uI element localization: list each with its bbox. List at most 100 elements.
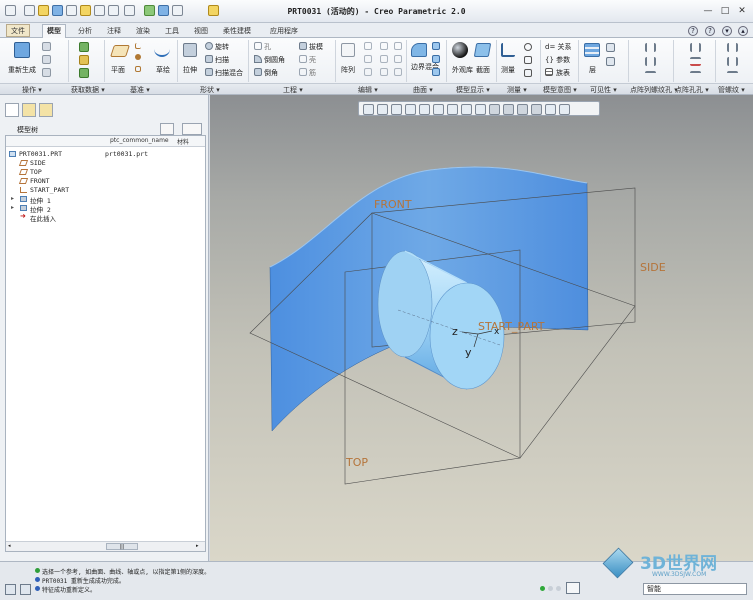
hole-icon-2[interactable] xyxy=(690,57,701,66)
swept-blend-icon[interactable] xyxy=(205,68,213,76)
round-button[interactable]: 倒圆角 xyxy=(264,55,285,65)
draft-button[interactable]: 拔模 xyxy=(309,42,323,52)
intersect-icon[interactable] xyxy=(394,42,402,50)
front-datum-label[interactable]: FRONT xyxy=(374,198,412,211)
revolve-button[interactable]: 旋转 xyxy=(215,42,229,52)
boundary-blend-icon[interactable] xyxy=(411,43,427,57)
selection-tool-icon[interactable] xyxy=(566,582,580,594)
group-model-intent[interactable]: 模型意图 ▾ xyxy=(543,85,577,95)
column-common-name[interactable]: ptc_common_name xyxy=(110,137,169,144)
relations-button[interactable]: d= 关系 xyxy=(545,42,572,52)
tab-flexible-modeling[interactable]: 柔性建模 xyxy=(219,25,255,38)
chamfer-button[interactable]: 倒角 xyxy=(264,68,278,78)
tree-settings-icon[interactable] xyxy=(160,123,174,135)
solidify-icon[interactable] xyxy=(394,68,402,76)
tab-tools[interactable]: 工具 xyxy=(161,25,183,38)
sweep-button[interactable]: 扫描 xyxy=(215,55,229,65)
group-visibility[interactable]: 可见性 ▾ xyxy=(590,85,617,95)
mass-properties-icon[interactable] xyxy=(524,69,532,77)
family-table-button[interactable]: 族表 xyxy=(556,68,570,78)
inspect-icon[interactable] xyxy=(524,56,532,64)
group-model-display[interactable]: 模型显示 ▾ xyxy=(456,85,490,95)
group-operations[interactable]: 操作 ▾ xyxy=(22,85,42,95)
scroll-right-icon[interactable]: ▸ xyxy=(196,543,203,550)
chamfer-icon[interactable] xyxy=(254,68,262,76)
group-point-array-hole[interactable]: 点阵孔孔 ▾ xyxy=(675,85,709,95)
navigator-toggle-icon[interactable] xyxy=(5,584,16,595)
close-button[interactable]: ✕ xyxy=(734,4,750,18)
axis-icon[interactable] xyxy=(135,43,141,49)
pipe-thread-icon[interactable] xyxy=(727,43,738,52)
layer-button[interactable]: 层 xyxy=(589,65,596,75)
point-icon[interactable] xyxy=(135,54,141,60)
project-icon[interactable] xyxy=(394,55,402,63)
tab-file[interactable]: 文件 xyxy=(6,24,30,37)
analysis-icon[interactable] xyxy=(524,43,532,51)
freestyle-icon[interactable] xyxy=(432,68,440,76)
group-get-data[interactable]: 获取数据 ▾ xyxy=(71,85,105,95)
pattern-icon[interactable] xyxy=(341,43,355,57)
coordinate-system-icon[interactable] xyxy=(135,66,141,72)
hole-icon-3[interactable] xyxy=(690,71,701,77)
show-icon[interactable] xyxy=(606,57,615,66)
help-icon[interactable]: ? xyxy=(705,26,715,36)
settings-icon[interactable]: ▾ xyxy=(722,26,732,36)
minimize-ribbon-icon[interactable]: ▴ xyxy=(738,26,748,36)
fill-icon[interactable] xyxy=(432,42,440,50)
top-datum-label[interactable]: TOP xyxy=(346,456,368,469)
hole-array-icon[interactable] xyxy=(645,71,656,77)
tree-item-part[interactable]: PRT0031.PRT xyxy=(19,150,62,158)
minimize-button[interactable]: — xyxy=(700,4,716,18)
selection-filter-dropdown[interactable]: 智能 xyxy=(643,583,747,595)
trim-icon[interactable] xyxy=(380,42,388,50)
group-point-array-thread-hole[interactable]: 点阵列螺纹孔 ▾ xyxy=(630,85,678,95)
sweep-icon[interactable] xyxy=(205,55,213,63)
point-array-icon[interactable] xyxy=(645,43,656,52)
round-icon[interactable] xyxy=(254,55,262,63)
tree-item-insert-here[interactable]: 在此插入 xyxy=(30,213,56,223)
hole-button[interactable]: 孔 xyxy=(264,42,271,52)
swept-blend-button[interactable]: 扫描混合 xyxy=(215,68,243,78)
favorites-tab-icon[interactable] xyxy=(39,103,53,117)
section-button[interactable]: 截面 xyxy=(476,65,490,75)
tab-analysis[interactable]: 分析 xyxy=(74,25,96,38)
sketch-icon[interactable] xyxy=(154,43,170,57)
family-table-icon[interactable] xyxy=(545,68,553,76)
thicken-icon[interactable] xyxy=(380,68,388,76)
regenerate-icon[interactable] xyxy=(14,42,30,58)
hole-icon[interactable] xyxy=(254,42,262,50)
graphics-viewport[interactable]: FRONT SIDE TOP START_PART z x y xyxy=(210,95,753,561)
plane-icon[interactable] xyxy=(110,45,130,57)
measure-icon[interactable] xyxy=(501,43,515,57)
maximize-button[interactable]: □ xyxy=(717,4,733,18)
shell-icon[interactable] xyxy=(299,55,307,63)
tab-applications[interactable]: 应用程序 xyxy=(266,25,302,38)
folder-browser-tab-icon[interactable] xyxy=(22,103,36,117)
sketch-button[interactable]: 草绘 xyxy=(156,65,170,75)
appearance-gallery-button[interactable]: 外观库 xyxy=(452,65,473,75)
group-measure[interactable]: 测量 ▾ xyxy=(507,85,527,95)
appearance-gallery-icon[interactable] xyxy=(452,42,468,58)
group-pipe-thread[interactable]: 管螺纹 ▾ xyxy=(718,85,745,95)
tree-show-icon[interactable] xyxy=(182,123,202,135)
group-surfaces[interactable]: 曲面 ▾ xyxy=(413,85,433,95)
tree-item-front[interactable]: FRONT xyxy=(30,177,50,185)
measure-button[interactable]: 测量 xyxy=(501,65,515,75)
tree-item-start-part[interactable]: START_PART xyxy=(30,186,69,194)
plane-button[interactable]: 平面 xyxy=(111,65,125,75)
tab-render[interactable]: 渲染 xyxy=(132,25,154,38)
parameters-button[interactable]: {} 参数 xyxy=(545,55,570,65)
tree-item-side[interactable]: SIDE xyxy=(30,159,46,167)
group-editing[interactable]: 编辑 ▾ xyxy=(358,85,378,95)
copy-geometry-icon[interactable] xyxy=(79,55,89,65)
paste-icon[interactable] xyxy=(42,55,51,64)
expand-icon[interactable]: ▸ xyxy=(11,204,14,211)
offset-icon[interactable] xyxy=(380,55,388,63)
scroll-left-icon[interactable]: ◂ xyxy=(8,543,15,550)
pattern-button[interactable]: 阵列 xyxy=(341,65,355,75)
group-shapes[interactable]: 形状 ▾ xyxy=(200,85,220,95)
browser-toggle-icon[interactable] xyxy=(20,584,31,595)
user-defined-feature-icon[interactable] xyxy=(79,42,89,52)
side-datum-label[interactable]: SIDE xyxy=(640,261,666,274)
group-engineering[interactable]: 工程 ▾ xyxy=(283,85,303,95)
